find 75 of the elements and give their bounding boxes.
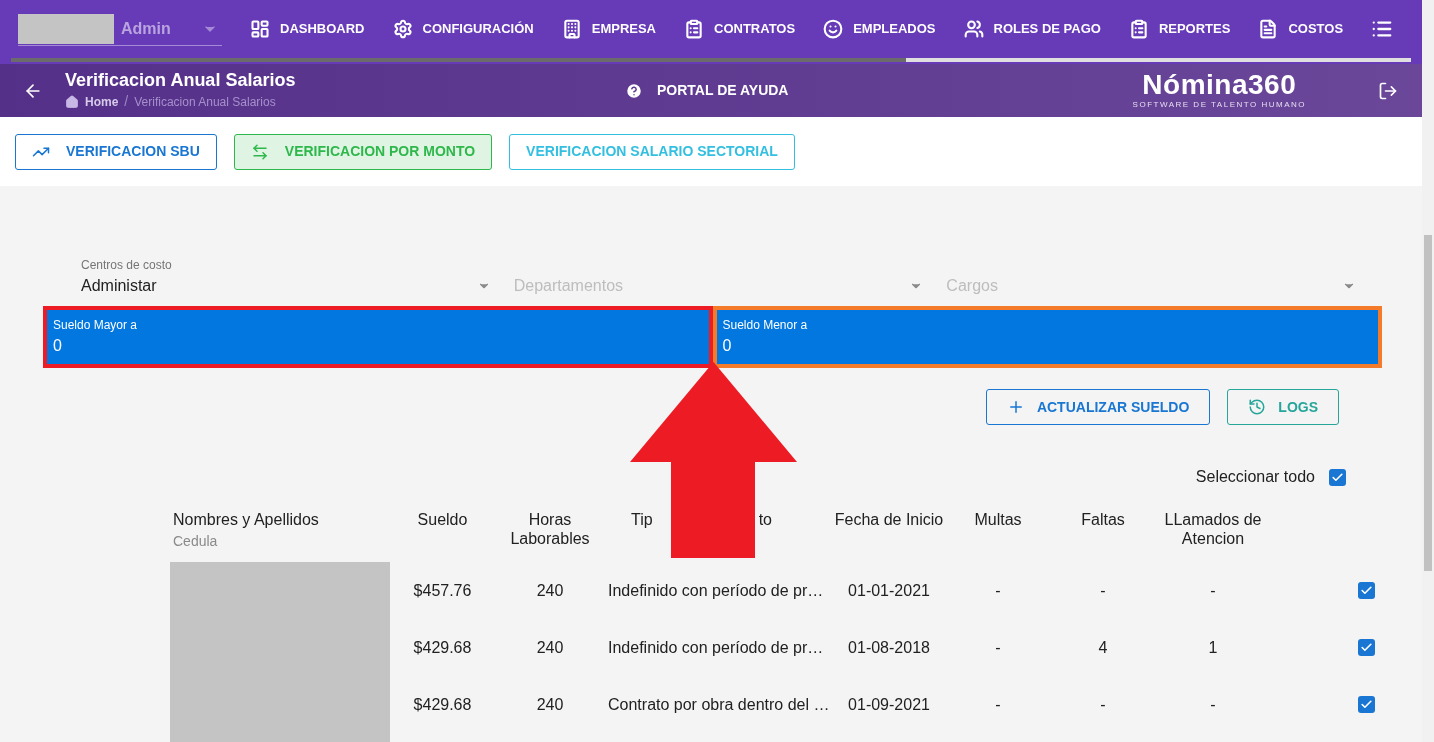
table-cell-text: Indefinido con período de pr… — [607, 580, 825, 601]
clipboard-icon — [1128, 19, 1149, 39]
breadcrumb-separator: / — [124, 92, 129, 111]
table-cell-text: $429.68 — [412, 694, 473, 715]
select-field[interactable]: Centros de costo Administar — [81, 260, 491, 300]
checkbox[interactable] — [1358, 639, 1375, 656]
check-icon — [1331, 470, 1344, 484]
input-field[interactable]: Sueldo Mayor a 0 — [47, 310, 709, 364]
select-all-label: Seleccionar todo — [1195, 467, 1315, 487]
table-cell-text: - — [994, 694, 1002, 715]
checkbox[interactable] — [1329, 468, 1346, 486]
column-header: Tip — [631, 510, 653, 529]
table-cell-text: 240 — [535, 580, 565, 601]
checkbox[interactable] — [1358, 582, 1375, 599]
document-icon — [1258, 19, 1279, 39]
user-name: Admin — [121, 18, 171, 39]
column-header: Fecha de Inicio — [834, 510, 944, 529]
column-header: LLamados de Atencion — [1163, 510, 1263, 548]
table-cell-text: 01-08-2018 — [847, 637, 931, 658]
nav-item[interactable]: CONFIGURACIÓN — [378, 9, 548, 49]
tab[interactable]: VERIFICACION SBU — [15, 133, 217, 170]
face-icon — [823, 19, 844, 39]
table-cell-text: - — [994, 580, 1002, 601]
nav-item[interactable]: REPORTES — [1114, 9, 1245, 49]
table-cell-text: 240 — [535, 637, 565, 658]
check-icon — [1360, 641, 1373, 654]
table-cell-text: Contrato por obra dentro del … — [607, 694, 830, 715]
table-cell-text: 1 — [1207, 637, 1219, 658]
home-icon — [65, 94, 79, 109]
people-icon — [963, 19, 984, 39]
table-cell-text: 240 — [535, 694, 565, 715]
logo: Nómina360 — [1142, 70, 1297, 99]
settings-icon — [392, 19, 413, 39]
help-icon — [625, 81, 643, 100]
table-cell-text: - — [1099, 694, 1107, 715]
nav-item[interactable]: EMPRESA — [547, 9, 670, 49]
list-icon — [1371, 18, 1394, 40]
breadcrumb-link[interactable]: Home — [85, 92, 119, 111]
action-button[interactable]: ACTUALIZAR SUELDO — [985, 389, 1211, 425]
column-subheader: Cedula — [173, 532, 218, 551]
column-header: Nombres y Apellidos — [173, 510, 319, 529]
table-cell-text: Indefinido con período de pr… — [607, 637, 825, 658]
table-cell-text: 01-09-2021 — [847, 694, 931, 715]
column-header: Multas — [974, 510, 1022, 529]
table-cell-text: $457.76 — [412, 580, 473, 601]
logo-tagline: SOFTWARE DE TALENTO HUMANO — [1132, 98, 1306, 111]
table-cell-text: - — [994, 637, 1002, 658]
help-link[interactable]: PORTAL DE AYUDA — [625, 80, 789, 101]
dashboard-icon — [250, 19, 270, 39]
table-cell-text: - — [1099, 580, 1107, 601]
checkbox[interactable] — [1358, 696, 1375, 713]
table-cell-text: 01-01-2021 — [847, 580, 931, 601]
nav-item[interactable]: ROLES DE PAGO — [949, 9, 1115, 49]
nav-item[interactable]: EMPLEADOS — [809, 9, 950, 49]
column-header: Faltas — [1081, 510, 1125, 529]
table-cell-text: - — [1209, 580, 1217, 601]
column-header: to — [758, 510, 772, 529]
check-icon — [1360, 584, 1373, 597]
input-field[interactable]: Sueldo Menor a 0 — [716, 310, 1378, 364]
breadcrumb-current: Verificacion Anual Salarios — [134, 93, 276, 111]
column-header: Sueldo — [417, 510, 468, 529]
table-cell-text: 4 — [1097, 637, 1109, 658]
clipboard-icon — [684, 19, 704, 39]
nav-item[interactable]: DASHBOARD — [236, 9, 379, 49]
page-title: Verificacion Anual Salarios — [65, 69, 297, 91]
check-icon — [1360, 698, 1373, 711]
column-header: Horas Laborables — [509, 510, 591, 548]
history-icon — [1248, 398, 1267, 416]
table-cell-text: $429.68 — [412, 637, 473, 658]
swap-icon — [250, 142, 269, 161]
logout-icon[interactable] — [1378, 80, 1398, 101]
building-icon — [561, 19, 582, 39]
nav-item[interactable]: COSTOS — [1244, 9, 1358, 49]
nav-item[interactable]: CONTRATOS — [670, 9, 810, 49]
table-cell-text: - — [1209, 694, 1217, 715]
